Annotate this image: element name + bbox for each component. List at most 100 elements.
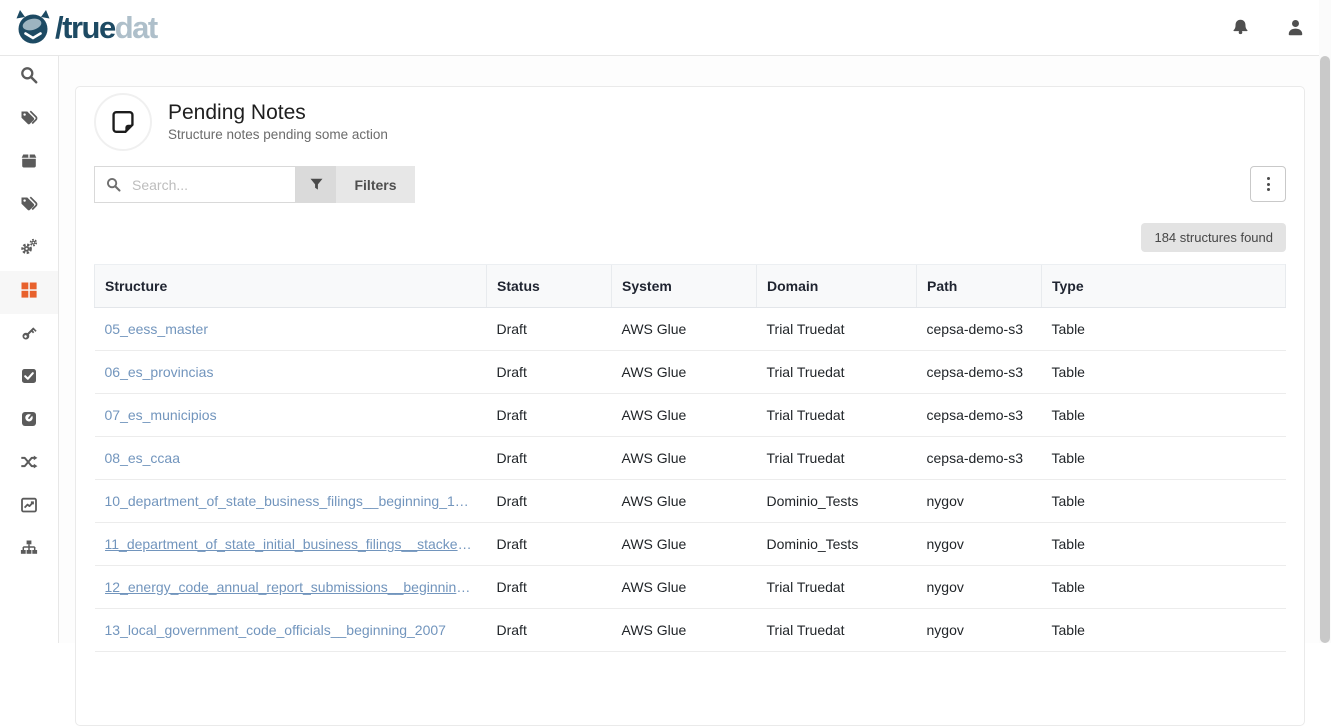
- page-subtitle: Structure notes pending some action: [168, 128, 388, 143]
- results-count-badge: 184 structures found: [1141, 223, 1286, 252]
- column-header-structure[interactable]: Structure: [95, 265, 487, 308]
- key-icon: [20, 324, 38, 347]
- structure-link[interactable]: 06_es_provincias: [105, 364, 477, 380]
- table-row: 05_eess_master Draft AWS Glue Trial True…: [95, 308, 1286, 351]
- sidebar-item-key[interactable]: [0, 314, 58, 357]
- status-cell: Draft: [487, 308, 612, 351]
- sidebar-item-gauge[interactable]: [0, 400, 58, 443]
- type-cell: Table: [1042, 566, 1286, 609]
- top-bar: /truedat: [0, 0, 1331, 56]
- truedat-logo[interactable]: /truedat: [14, 9, 157, 47]
- chart-line-icon: [20, 496, 38, 519]
- structure-link[interactable]: 12_energy_code_annual_report_submissions…: [105, 579, 477, 595]
- path-cell: nygov: [917, 609, 1042, 652]
- table-row: 11_department_of_state_initial_business_…: [95, 523, 1286, 566]
- system-cell: AWS Glue: [612, 523, 757, 566]
- note-icon: [94, 93, 152, 151]
- domain-cell: Dominio_Tests: [757, 523, 917, 566]
- grid-icon: [20, 281, 38, 304]
- table-row: 07_es_municipios Draft AWS Glue Trial Tr…: [95, 394, 1286, 437]
- status-cell: Draft: [487, 480, 612, 523]
- owl-icon: [14, 9, 52, 47]
- tags-icon: [20, 195, 38, 218]
- type-cell: Table: [1042, 523, 1286, 566]
- column-header-type[interactable]: Type: [1042, 265, 1286, 308]
- sidebar-item-cogs[interactable]: [0, 228, 58, 271]
- column-header-domain[interactable]: Domain: [757, 265, 917, 308]
- column-header-status[interactable]: Status: [487, 265, 612, 308]
- system-cell: AWS Glue: [612, 394, 757, 437]
- path-cell: nygov: [917, 523, 1042, 566]
- status-cell: Draft: [487, 523, 612, 566]
- sidebar-item-tags-2[interactable]: [0, 185, 58, 228]
- system-cell: AWS Glue: [612, 308, 757, 351]
- pending-notes-card: Pending Notes Structure notes pending so…: [75, 86, 1305, 726]
- filters-button[interactable]: Filters: [336, 166, 415, 203]
- column-header-system[interactable]: System: [612, 265, 757, 308]
- path-cell: cepsa-demo-s3: [917, 394, 1042, 437]
- sidebar-item-shuffle[interactable]: [0, 443, 58, 486]
- user-icon[interactable]: [1286, 18, 1305, 37]
- search-icon: [106, 177, 121, 192]
- system-cell: AWS Glue: [612, 566, 757, 609]
- sidebar-item-structures-active[interactable]: [0, 271, 58, 314]
- type-cell: Table: [1042, 394, 1286, 437]
- filter-funnel-button[interactable]: [296, 166, 336, 203]
- status-cell: Draft: [487, 351, 612, 394]
- structure-link[interactable]: 07_es_municipios: [105, 407, 477, 423]
- structure-link[interactable]: 10_department_of_state_business_filings_…: [105, 493, 477, 509]
- sidebar: [0, 56, 59, 643]
- shuffle-icon: [20, 453, 38, 476]
- kebab-menu-button[interactable]: [1250, 166, 1286, 202]
- sidebar-item-search[interactable]: [0, 56, 58, 99]
- type-cell: Table: [1042, 609, 1286, 652]
- domain-cell: Trial Truedat: [757, 437, 917, 480]
- logo-text: /truedat: [55, 12, 157, 43]
- scrollbar-thumb[interactable]: [1320, 56, 1330, 643]
- type-cell: Table: [1042, 351, 1286, 394]
- path-cell: cepsa-demo-s3: [917, 308, 1042, 351]
- gauge-icon: [20, 410, 38, 433]
- column-header-path[interactable]: Path: [917, 265, 1042, 308]
- domain-cell: Trial Truedat: [757, 351, 917, 394]
- box-icon: [20, 152, 38, 175]
- cogs-icon: [20, 238, 38, 261]
- path-cell: nygov: [917, 480, 1042, 523]
- sidebar-item-tags[interactable]: [0, 99, 58, 142]
- page-scrollbar[interactable]: [1319, 0, 1331, 643]
- sidebar-item-chart[interactable]: [0, 486, 58, 529]
- system-cell: AWS Glue: [612, 480, 757, 523]
- search-box: [94, 166, 296, 203]
- table-row: 08_es_ccaa Draft AWS Glue Trial Truedat …: [95, 437, 1286, 480]
- status-cell: Draft: [487, 437, 612, 480]
- domain-cell: Trial Truedat: [757, 308, 917, 351]
- kebab-icon: [1267, 177, 1270, 180]
- sidebar-item-box[interactable]: [0, 142, 58, 185]
- domain-cell: Dominio_Tests: [757, 480, 917, 523]
- toolbar: Filters: [94, 166, 1286, 203]
- status-cell: Draft: [487, 609, 612, 652]
- sitemap-icon: [20, 539, 38, 562]
- main-area: Pending Notes Structure notes pending so…: [59, 56, 1331, 643]
- system-cell: AWS Glue: [612, 437, 757, 480]
- system-cell: AWS Glue: [612, 609, 757, 652]
- structure-link[interactable]: 05_eess_master: [105, 321, 477, 337]
- sidebar-item-sitemap[interactable]: [0, 529, 58, 572]
- structure-link[interactable]: 11_department_of_state_initial_business_…: [105, 536, 477, 552]
- sidebar-item-check[interactable]: [0, 357, 58, 400]
- status-cell: Draft: [487, 566, 612, 609]
- table-row: 06_es_provincias Draft AWS Glue Trial Tr…: [95, 351, 1286, 394]
- check-square-icon: [20, 367, 38, 390]
- path-cell: cepsa-demo-s3: [917, 351, 1042, 394]
- type-cell: Table: [1042, 308, 1286, 351]
- path-cell: cepsa-demo-s3: [917, 437, 1042, 480]
- search-input[interactable]: [130, 176, 284, 194]
- tags-icon: [20, 109, 38, 132]
- domain-cell: Trial Truedat: [757, 394, 917, 437]
- domain-cell: Trial Truedat: [757, 566, 917, 609]
- bell-icon[interactable]: [1231, 18, 1250, 37]
- structure-link[interactable]: 13_local_government_code_officials__begi…: [105, 622, 477, 638]
- search-icon: [20, 66, 38, 89]
- table-row: 10_department_of_state_business_filings_…: [95, 480, 1286, 523]
- structure-link[interactable]: 08_es_ccaa: [105, 450, 477, 466]
